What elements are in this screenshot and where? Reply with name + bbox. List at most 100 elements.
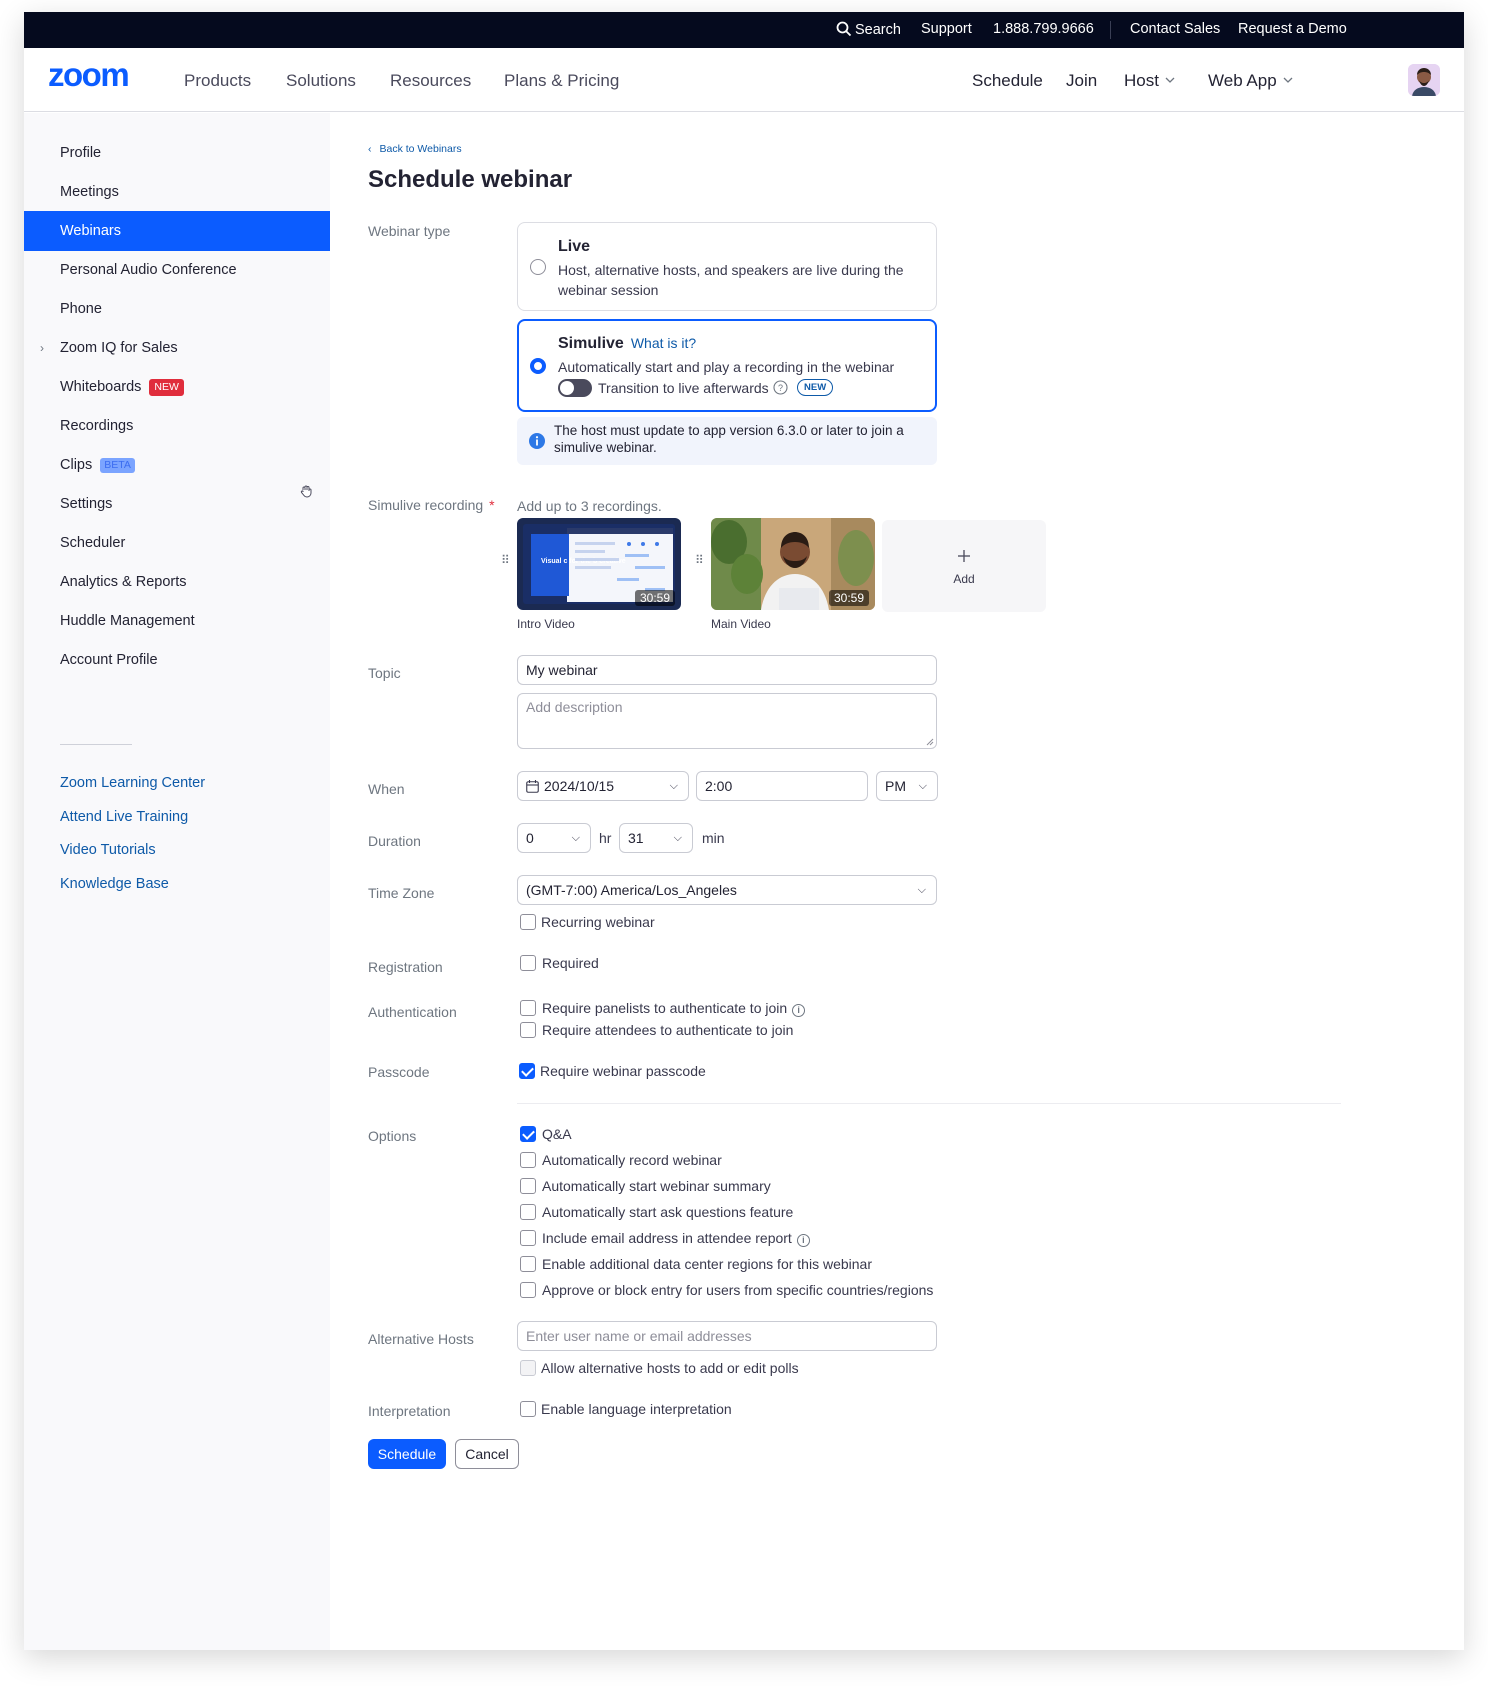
- link-video-tutorials[interactable]: Video Tutorials: [60, 842, 156, 858]
- nav-join[interactable]: Join: [1066, 71, 1097, 91]
- date-picker[interactable]: 2024/10/15 ⌵: [517, 771, 689, 801]
- info-icon: [529, 433, 545, 449]
- recording-thumbnail-main[interactable]: 30:59: [711, 518, 875, 610]
- option-data-center-label: Enable additional data center regions fo…: [542, 1256, 872, 1272]
- chevron-right-icon[interactable]: ›: [40, 328, 44, 368]
- sidebar-item-account-profile[interactable]: Account Profile: [24, 640, 330, 680]
- add-label: Add: [953, 572, 975, 586]
- user-avatar[interactable]: [1408, 64, 1440, 96]
- webinar-type-simulive-card[interactable]: Simulive What is it? Automatically start …: [517, 319, 937, 412]
- simulive-info-notice: The host must update to app version 6.3.…: [517, 417, 937, 465]
- nav-products[interactable]: Products: [184, 71, 251, 91]
- chevron-down-icon: [1283, 77, 1293, 83]
- duration-minutes-select[interactable]: 31 ⌵: [619, 823, 693, 853]
- option-email-report-checkbox[interactable]: [520, 1230, 536, 1246]
- sidebar-item-huddle-management[interactable]: Huddle Management: [24, 601, 330, 641]
- resize-handle-icon[interactable]: [926, 738, 934, 746]
- sidebar-item-zoom-iq-sales[interactable]: › Zoom IQ for Sales: [24, 328, 330, 368]
- sidebar-item-webinars[interactable]: Webinars: [24, 211, 330, 251]
- phone-link[interactable]: 1.888.799.9666: [993, 21, 1094, 37]
- recording-caption-main: Main Video: [711, 617, 771, 631]
- sidebar-item-clips[interactable]: Clips BETA: [24, 445, 330, 485]
- nav-schedule[interactable]: Schedule: [972, 71, 1043, 91]
- alternative-hosts-input[interactable]: Enter user name or email addresses: [517, 1321, 937, 1351]
- label-registration: Registration: [368, 959, 443, 975]
- label-authentication: Authentication: [368, 1004, 457, 1020]
- option-qa-checkbox[interactable]: [520, 1126, 536, 1142]
- nav-resources[interactable]: Resources: [390, 71, 471, 91]
- label-webinar-type: Webinar type: [368, 223, 451, 239]
- link-attend-live-training[interactable]: Attend Live Training: [60, 809, 188, 825]
- help-circle-icon[interactable]: ?: [773, 380, 788, 400]
- alt-hosts-polls-checkbox[interactable]: [520, 1360, 536, 1376]
- option-ask-questions-checkbox[interactable]: [520, 1204, 536, 1220]
- sidebar-item-personal-audio-conference[interactable]: Personal Audio Conference: [24, 250, 330, 290]
- what-is-it-link[interactable]: What is it?: [631, 335, 696, 351]
- sidebar-item-whiteboards[interactable]: Whiteboards NEW: [24, 367, 330, 407]
- schedule-button[interactable]: Schedule: [368, 1439, 446, 1469]
- passcode-checkbox[interactable]: [519, 1063, 535, 1079]
- logo-text: zoom: [48, 62, 128, 90]
- nav-host[interactable]: Host: [1124, 71, 1175, 91]
- auth-attendees-checkbox[interactable]: [520, 1022, 536, 1038]
- nav-solutions[interactable]: Solutions: [286, 71, 356, 91]
- transition-live-toggle[interactable]: [558, 379, 592, 397]
- sidebar-item-phone[interactable]: Phone: [24, 289, 330, 329]
- registration-required-checkbox[interactable]: [520, 955, 536, 971]
- nav-plans-pricing[interactable]: Plans & Pricing: [504, 71, 619, 91]
- search-link[interactable]: Search: [836, 21, 901, 38]
- ampm-select[interactable]: PM ⌵: [876, 771, 938, 801]
- option-data-center-checkbox[interactable]: [520, 1256, 536, 1272]
- transition-live-label: Transition to live afterwards: [598, 380, 769, 396]
- chevron-down-icon: [1165, 77, 1175, 83]
- sidebar-item-settings[interactable]: Settings: [24, 484, 330, 524]
- timezone-select[interactable]: (GMT-7:00) America/Los_Angeles ⌵: [517, 875, 937, 905]
- main-content: ‹ Back to Webinars Schedule webinar Webin…: [330, 113, 1464, 1650]
- topic-input[interactable]: My webinar: [517, 655, 937, 685]
- add-recording-button[interactable]: Add: [882, 520, 1046, 612]
- duration-minutes-value: 31: [628, 830, 644, 846]
- zoom-logo[interactable]: zoom: [48, 56, 160, 95]
- auth-panelists-checkbox[interactable]: [520, 1000, 536, 1016]
- info-circle-icon[interactable]: i: [792, 1004, 806, 1017]
- label-duration: Duration: [368, 833, 421, 849]
- description-textarea[interactable]: Add description: [517, 693, 937, 749]
- label-topic: Topic: [368, 665, 401, 681]
- request-demo-link[interactable]: Request a Demo: [1238, 21, 1347, 37]
- sidebar-item-profile[interactable]: Profile: [24, 133, 330, 173]
- live-radio[interactable]: [530, 259, 546, 275]
- duration-hours-value: 0: [526, 830, 534, 846]
- simulive-title: Simulive What is it?: [558, 335, 696, 353]
- recording-thumbnail-intro[interactable]: Visual c for the b creative 30:59: [517, 518, 681, 610]
- contact-sales-link[interactable]: Contact Sales: [1130, 21, 1220, 37]
- sidebar-item-scheduler[interactable]: Scheduler: [24, 523, 330, 563]
- option-auto-record-checkbox[interactable]: [520, 1152, 536, 1168]
- option-approve-block-checkbox[interactable]: [520, 1282, 536, 1298]
- info-circle-icon[interactable]: i: [796, 1234, 810, 1247]
- simulive-radio[interactable]: [530, 358, 546, 374]
- support-link[interactable]: Support: [921, 21, 972, 37]
- drag-handle-icon[interactable]: ⠿: [501, 553, 510, 567]
- link-knowledge-base[interactable]: Knowledge Base: [60, 876, 169, 892]
- sidebar-item-recordings[interactable]: Recordings: [24, 406, 330, 446]
- interpretation-checkbox[interactable]: [520, 1401, 536, 1417]
- passcode-label: Require webinar passcode: [540, 1063, 706, 1079]
- duration-badge: 30:59: [828, 590, 869, 606]
- duration-hours-select[interactable]: 0 ⌵: [517, 823, 591, 853]
- option-auto-record-label: Automatically record webinar: [542, 1152, 722, 1168]
- label-text: Simulive recording: [368, 497, 484, 513]
- back-to-webinars-link[interactable]: ‹ Back to Webinars: [368, 143, 462, 155]
- drag-handle-icon[interactable]: ⠿: [695, 553, 704, 567]
- webinar-type-live-card[interactable]: Live Host, alternative hosts, and speake…: [517, 222, 937, 311]
- sidebar-item-meetings[interactable]: Meetings: [24, 172, 330, 212]
- chevron-down-icon: ⌵: [571, 832, 580, 844]
- nav-web-app[interactable]: Web App: [1208, 71, 1293, 91]
- time-input[interactable]: 2:00: [696, 771, 868, 801]
- search-label: Search: [855, 22, 901, 38]
- cancel-button[interactable]: Cancel: [455, 1439, 519, 1469]
- option-auto-summary-checkbox[interactable]: [520, 1178, 536, 1194]
- auth-panelists-text: Require panelists to authenticate to joi…: [542, 1000, 788, 1016]
- sidebar-item-analytics-reports[interactable]: Analytics & Reports: [24, 562, 330, 602]
- link-zoom-learning-center[interactable]: Zoom Learning Center: [60, 775, 205, 791]
- recurring-checkbox[interactable]: [520, 914, 536, 930]
